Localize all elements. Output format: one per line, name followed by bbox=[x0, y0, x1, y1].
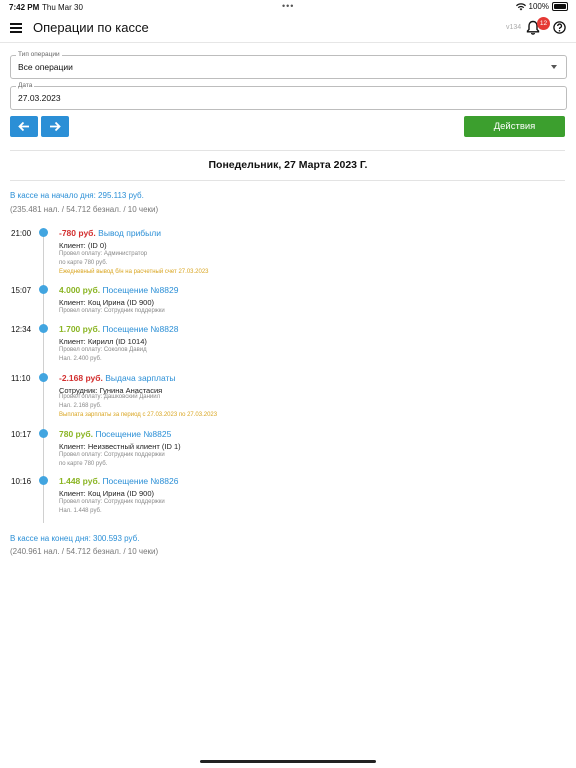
home-indicator[interactable] bbox=[200, 760, 376, 763]
status-bar: 7:42 PM Thu Mar 30 ••• 100% bbox=[0, 0, 576, 14]
operation-header: 1.448 руб. Посещение №8826 bbox=[59, 476, 178, 486]
operation-title[interactable]: Посещение №8829 bbox=[102, 285, 178, 295]
divider-top bbox=[10, 150, 565, 151]
operation-meta: Нал. 2.400 руб. bbox=[59, 356, 102, 362]
operation-title[interactable]: Посещение №8826 bbox=[102, 476, 178, 486]
arrow-right-icon bbox=[50, 121, 61, 132]
operation-header: 780 руб. Посещение №8825 bbox=[59, 429, 171, 439]
day-title: Понедельник, 27 Марта 2023 Г. bbox=[208, 159, 368, 171]
operation-person: Клиент: (ID 0) bbox=[59, 241, 107, 250]
operation-meta: Провел оплату: Соколов Давид bbox=[59, 347, 147, 353]
operation-amount: 1.448 руб. bbox=[59, 476, 101, 486]
operation-type-value: Все операции bbox=[18, 62, 73, 72]
status-date: Thu Mar 30 bbox=[42, 3, 83, 12]
notification-badge: 12 bbox=[537, 17, 550, 30]
operation-header: -2.168 руб. Выдача зарплаты bbox=[59, 373, 176, 383]
timeline-dot bbox=[39, 324, 48, 333]
operation-person: Клиент: Неизвестный клиент (ID 1) bbox=[59, 442, 181, 451]
help-icon[interactable] bbox=[553, 21, 566, 34]
operation-meta: Нал. 2.168 руб. bbox=[59, 403, 102, 409]
date-field[interactable]: Дата 27.03.2023 bbox=[10, 82, 567, 110]
previous-day-button[interactable] bbox=[10, 116, 38, 137]
operation-type-select[interactable]: Тип операции Все операции bbox=[10, 51, 567, 79]
operation-note: Ежедневный вывод б/н на расчетный счет 2… bbox=[59, 269, 209, 275]
operation-amount: 1.700 руб. bbox=[59, 324, 101, 334]
operation-meta: Провел оплату: Администратор bbox=[59, 251, 148, 257]
operation-note: Выплата зарплаты за период с 27.03.2023 … bbox=[59, 412, 218, 418]
operation-meta: Провел оплату: Дашковский Даниил bbox=[59, 394, 161, 400]
status-time: 7:42 PM bbox=[9, 3, 40, 12]
operation-title[interactable]: Посещение №8825 bbox=[95, 429, 171, 439]
start-balance-details: (235.481 нал. / 54.712 безнал. / 10 чеки… bbox=[10, 205, 159, 214]
multitask-dots-icon[interactable]: ••• bbox=[282, 1, 294, 11]
operation-title[interactable]: Посещение №8828 bbox=[102, 324, 178, 334]
timeline-dot bbox=[39, 373, 48, 382]
operation-amount: -780 руб. bbox=[59, 228, 96, 238]
battery-icon bbox=[552, 2, 568, 11]
timeline-dot bbox=[39, 476, 48, 485]
start-balance: В кассе на начало дня: 295.113 руб. bbox=[10, 191, 144, 200]
end-balance: В кассе на конец дня: 300.593 руб. bbox=[10, 534, 140, 543]
operation-type-label: Тип операции bbox=[16, 51, 62, 58]
operation-person: Клиент: Коц Ирина (ID 900) bbox=[59, 298, 155, 307]
operation-time: 21:00 bbox=[11, 229, 32, 238]
operation-time: 10:17 bbox=[11, 430, 32, 439]
caret-down-icon bbox=[551, 65, 557, 69]
next-day-button[interactable] bbox=[41, 116, 69, 137]
actions-button[interactable]: Действия bbox=[464, 116, 565, 137]
operation-amount: 780 руб. bbox=[59, 429, 93, 439]
operation-meta: по карте 780 руб. bbox=[59, 461, 108, 467]
operation-header: 4.000 руб. Посещение №8829 bbox=[59, 285, 178, 295]
app-version: v134 bbox=[506, 24, 522, 31]
menu-icon[interactable] bbox=[10, 23, 22, 33]
operation-time: 10:16 bbox=[11, 477, 32, 486]
operation-title[interactable]: Выдача зарплаты bbox=[105, 373, 175, 383]
divider-bottom bbox=[10, 180, 565, 181]
operation-meta: Нал. 1.448 руб. bbox=[59, 508, 102, 514]
operation-person: Клиент: Коц Ирина (ID 900) bbox=[59, 489, 155, 498]
operation-person: Клиент: Кирилл (ID 1014) bbox=[59, 337, 147, 346]
end-balance-details: (240.961 нал. / 54.712 безнал. / 10 чеки… bbox=[10, 547, 159, 556]
app-header: Операции по кассе v134 12 bbox=[0, 14, 576, 43]
battery-percent: 100% bbox=[528, 2, 549, 11]
operation-meta: Провел оплату: Сотрудник поддержки bbox=[59, 499, 165, 505]
operation-header: -780 руб. Вывод прибыли bbox=[59, 228, 161, 238]
operation-meta: Провел оплату: Сотрудник поддержки bbox=[59, 452, 165, 458]
arrow-left-icon bbox=[18, 121, 29, 132]
timeline-dot bbox=[39, 228, 48, 237]
operation-time: 12:34 bbox=[11, 325, 32, 334]
date-value: 27.03.2023 bbox=[18, 93, 61, 103]
operation-title[interactable]: Вывод прибыли bbox=[98, 228, 161, 238]
operation-time: 11:10 bbox=[11, 374, 31, 383]
operation-meta: по карте 780 руб. bbox=[59, 260, 108, 266]
operation-time: 15:07 bbox=[11, 286, 32, 295]
page-title: Операции по кассе bbox=[33, 20, 149, 35]
timeline-dot bbox=[39, 429, 48, 438]
operation-amount: 4.000 руб. bbox=[59, 285, 101, 295]
timeline-dot bbox=[39, 285, 48, 294]
wifi-icon bbox=[515, 2, 526, 10]
operation-header: 1.700 руб. Посещение №8828 bbox=[59, 324, 178, 334]
status-right: 100% bbox=[515, 2, 568, 11]
operation-amount: -2.168 руб. bbox=[59, 373, 103, 383]
operation-meta: Провел оплату: Сотрудник поддержки bbox=[59, 308, 165, 314]
date-label: Дата bbox=[16, 82, 35, 89]
